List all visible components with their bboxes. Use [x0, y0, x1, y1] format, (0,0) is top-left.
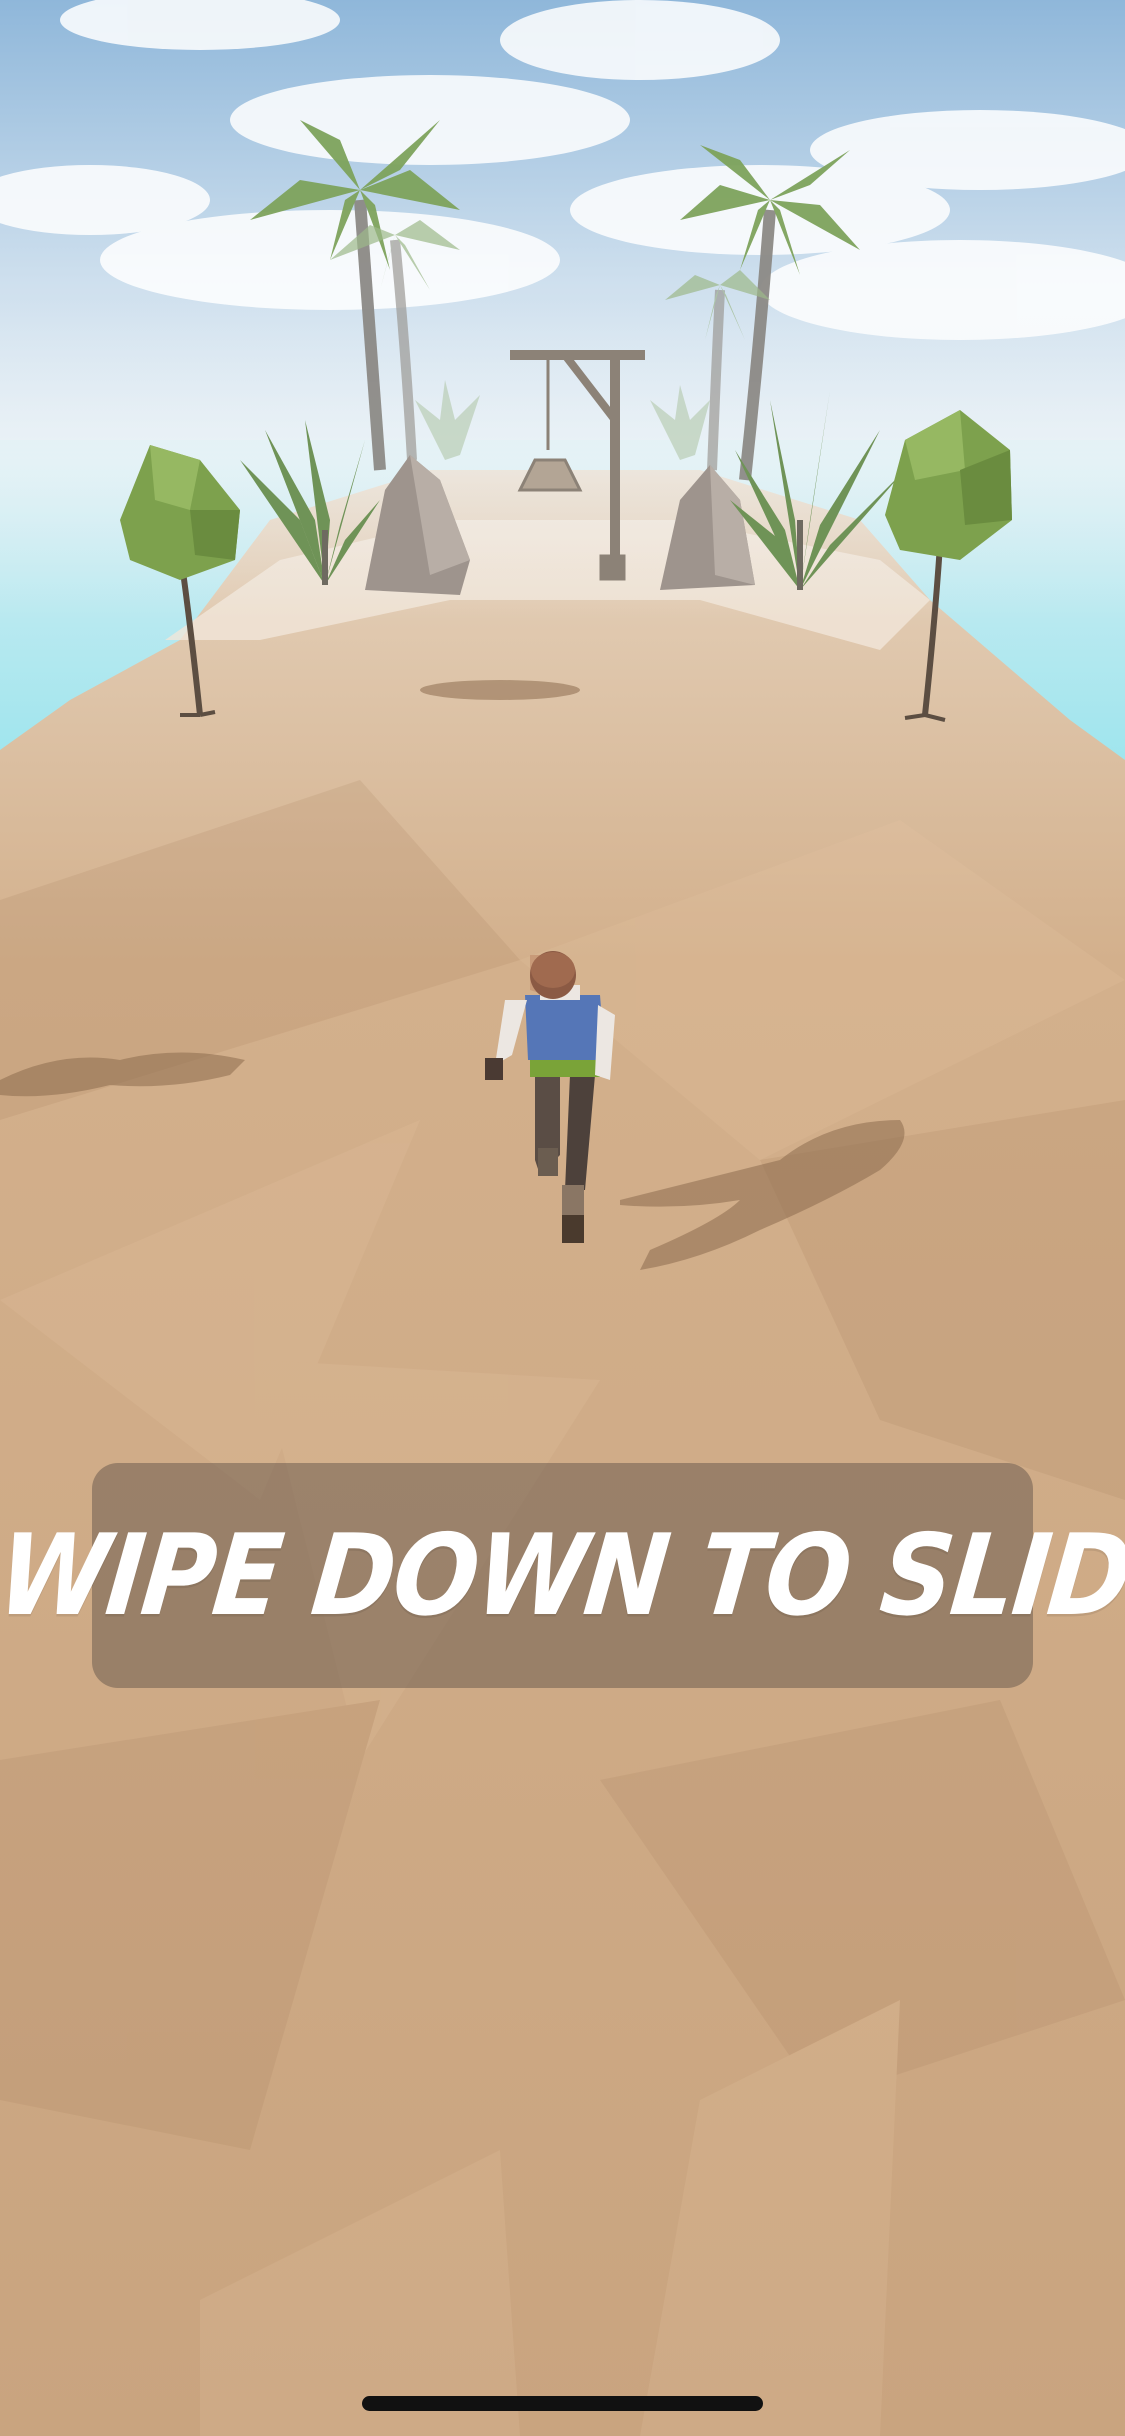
tutorial-instruction: SWIPE DOWN TO SLIDE [0, 1509, 1125, 1642]
home-indicator[interactable] [362, 2396, 763, 2411]
game-scene[interactable] [0, 0, 1125, 2436]
tutorial-banner: SWIPE DOWN TO SLIDE [0, 1463, 1125, 1688]
sand-path [0, 470, 1125, 2436]
